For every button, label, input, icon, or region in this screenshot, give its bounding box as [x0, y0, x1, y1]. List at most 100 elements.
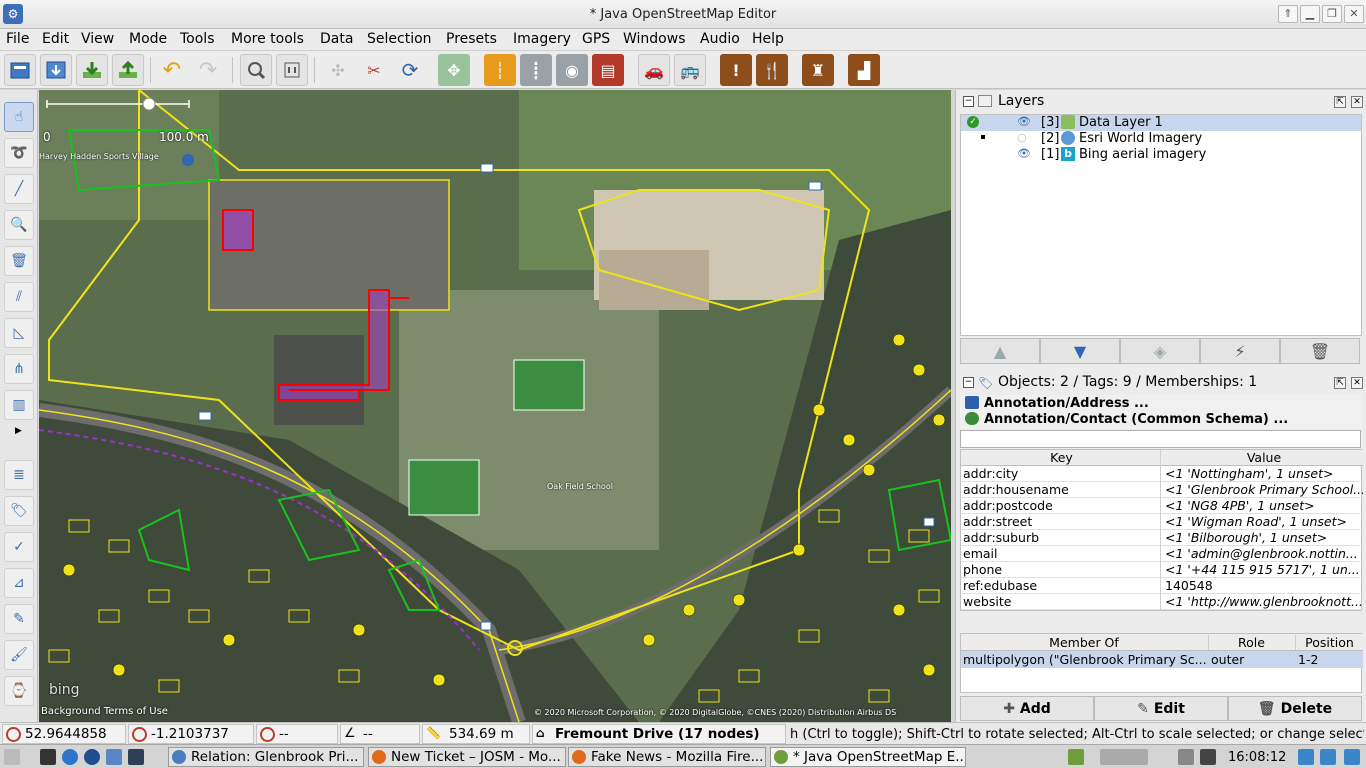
update-icon[interactable] [1298, 749, 1314, 765]
monitor-icon[interactable] [1200, 749, 1216, 765]
layer-row-esri[interactable]: ○ [2] Esri World Imagery [961, 131, 1361, 147]
panel-close-icon[interactable]: ✕ [1351, 96, 1363, 108]
layers-toggle-icon[interactable]: ≣ [4, 460, 34, 490]
car-icon[interactable]: 🚗 [638, 54, 670, 86]
table-row[interactable]: addr:city <1 'Nottingham', 1 unset> [961, 466, 1363, 482]
table-row[interactable]: addr:housename <1 'Glenbrook Primary Scho… [961, 482, 1363, 498]
detach-icon[interactable]: ⇱ [1334, 377, 1346, 389]
draw-icon[interactable]: ╱ [4, 174, 34, 204]
delete-layer-icon[interactable]: 🗑 [1280, 338, 1360, 364]
collapse-icon[interactable]: − [963, 377, 974, 388]
browser-icon[interactable] [62, 749, 78, 765]
tag-filter-input[interactable] [960, 430, 1361, 448]
merge-layer-icon[interactable]: ◈ [1120, 338, 1200, 364]
shade-button[interactable]: ⇑ [1278, 5, 1298, 23]
map-paint-icon[interactable]: 🖌 [4, 640, 34, 670]
wall-icon[interactable]: ▤ [592, 54, 624, 86]
github-icon[interactable] [84, 749, 100, 765]
open-icon[interactable] [4, 54, 36, 86]
download-icon[interactable] [76, 54, 108, 86]
menu-more-tools[interactable]: More tools [231, 31, 304, 47]
save-icon[interactable] [40, 54, 72, 86]
network-icon[interactable] [1178, 749, 1194, 765]
close-button[interactable]: ✕ [1344, 5, 1364, 23]
task-josm[interactable]: * Java OpenStreetMap E... [770, 747, 966, 767]
menu-help[interactable]: Help [752, 31, 784, 47]
desktop-icon[interactable] [40, 749, 56, 765]
history-icon[interactable]: ⌚ [4, 676, 34, 706]
visibility-eye-icon[interactable]: 👁 [1017, 147, 1031, 160]
angle-icon[interactable]: ◺ [4, 318, 34, 348]
task-fake-news[interactable]: Fake News - Mozilla Fire... [568, 747, 766, 767]
task-relation[interactable]: Relation: Glenbrook Pri... [168, 747, 364, 767]
delete-icon[interactable]: 🗑 [4, 246, 34, 276]
menu-tools[interactable]: Tools [180, 31, 215, 47]
validate-icon[interactable]: ✓ [4, 532, 34, 562]
menu-windows[interactable]: Windows [623, 31, 686, 47]
bus-icon[interactable]: 🚌 [674, 54, 706, 86]
redo-icon[interactable]: ↷ [192, 54, 224, 86]
menu-edit[interactable]: Edit [42, 31, 69, 47]
edit-button[interactable]: ✎ Edit [1094, 696, 1228, 721]
menu-data[interactable]: Data [320, 31, 353, 47]
visibility-eye-icon[interactable]: ○ [1017, 131, 1027, 144]
measure-icon[interactable]: ✎ [4, 604, 34, 634]
key-header[interactable]: Key [961, 450, 1161, 466]
layer-row-bing[interactable]: 👁 [1] b Bing aerial imagery [961, 147, 1361, 163]
table-row[interactable]: addr:postcode <1 'NG8 4PB', 1 unset> [961, 498, 1363, 514]
refresh-icon[interactable]: ⟳ [394, 54, 426, 86]
restaurant-icon[interactable]: 🍴 [756, 54, 788, 86]
layer-row-data-layer[interactable]: ✓ 👁 [3] Data Layer 1 [961, 115, 1361, 131]
move-down-icon[interactable]: ▼ [1040, 338, 1120, 364]
start-menu-icon[interactable] [4, 749, 20, 765]
member-of-header[interactable]: Member Of [961, 635, 1207, 650]
search-icon[interactable] [276, 54, 308, 86]
undo-icon[interactable]: ↶ [156, 54, 188, 86]
warning-icon[interactable]: ! [720, 54, 752, 86]
table-row[interactable]: ref:edubase 140548 [961, 578, 1363, 594]
menu-view[interactable]: View [81, 31, 114, 47]
position-header[interactable]: Position [1295, 635, 1363, 650]
factory-icon[interactable]: ▟ [848, 54, 880, 86]
drag-handle-icon[interactable] [981, 135, 985, 139]
trash-icon[interactable] [1344, 749, 1360, 765]
menu-audio[interactable]: Audio [700, 31, 740, 47]
collapse-icon[interactable]: − [963, 96, 974, 107]
filter-icon[interactable]: ⊿ [4, 568, 34, 598]
table-row[interactable]: addr:suburb <1 'Bilborough', 1 unset> [961, 530, 1363, 546]
more-icon[interactable]: ▶ [15, 426, 22, 436]
preset-address[interactable]: Annotation/Address ... [965, 396, 1149, 411]
tags-toggle-icon[interactable]: 🏷 [4, 496, 34, 526]
lasso-icon[interactable]: ➰ [4, 138, 34, 168]
move-up-icon[interactable]: ▲ [960, 338, 1040, 364]
merge-nodes-icon[interactable]: ✣ [322, 54, 354, 86]
zoom-icon[interactable]: 🔍 [4, 210, 34, 240]
terms-of-use-link[interactable]: Background Terms of Use [41, 706, 168, 717]
rail-icon[interactable]: ┋ [520, 54, 552, 86]
castle-icon[interactable]: ♜ [802, 54, 834, 86]
upload-icon[interactable] [112, 54, 144, 86]
add-button[interactable]: ✚ Add [960, 696, 1094, 721]
aerial-imagery-icon[interactable]: ✥ [438, 54, 470, 86]
task-new-ticket[interactable]: New Ticket – JOSM - Mo... [368, 747, 566, 767]
role-header[interactable]: Role [1208, 635, 1294, 650]
terminal-icon[interactable] [128, 749, 144, 765]
delete-button[interactable]: 🗑 Delete [1228, 696, 1362, 721]
map-view[interactable]: 0 100.0 m Harvey Hadden Sports Village O… [39, 90, 951, 722]
road-icon[interactable]: ┆ [484, 54, 516, 86]
parallel-icon[interactable]: ⫽ [4, 282, 34, 312]
minimize-button[interactable]: ▁ [1300, 5, 1320, 23]
menu-selection[interactable]: Selection [367, 31, 432, 47]
panel-close-icon[interactable]: ✕ [1351, 377, 1363, 389]
menu-gps[interactable]: GPS [582, 31, 610, 47]
table-row[interactable]: website <1 'http://www.glenbrooknott... [961, 594, 1363, 610]
josm-tray-icon[interactable] [1068, 749, 1084, 765]
imagery-attribution[interactable]: © 2020 Microsoft Corporation, © 2020 Dig… [534, 708, 950, 717]
extrude-icon[interactable]: ▥ [4, 390, 34, 420]
file-manager-icon[interactable] [106, 749, 122, 765]
menu-mode[interactable]: Mode [129, 31, 167, 47]
select-icon[interactable]: ☝ [4, 102, 34, 132]
preferences-icon[interactable] [240, 54, 272, 86]
traffic-light-icon[interactable]: ◉ [556, 54, 588, 86]
split-way-icon[interactable]: ✂ [358, 54, 390, 86]
